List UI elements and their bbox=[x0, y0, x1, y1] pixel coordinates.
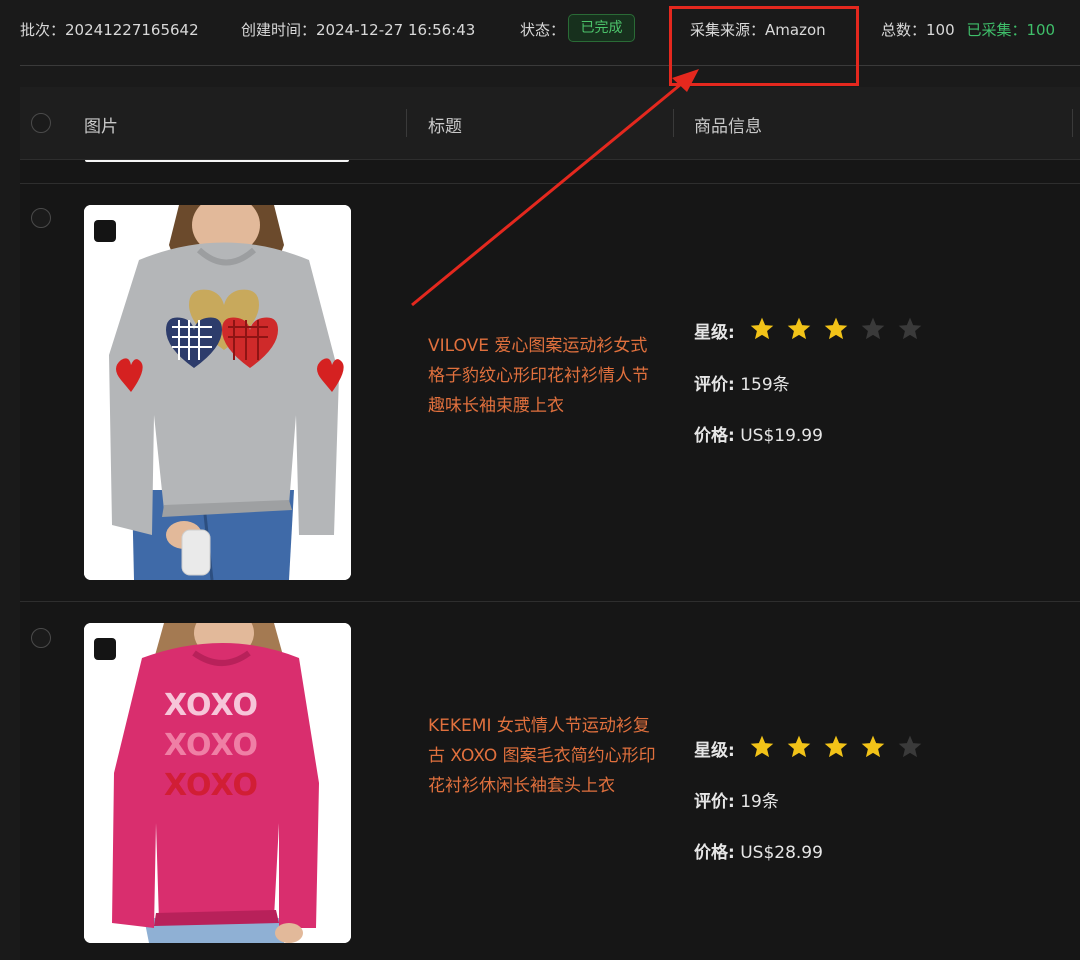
reviews-row: 评价: 159条 bbox=[694, 370, 790, 395]
price-value: US$28.99 bbox=[740, 843, 823, 863]
total-value: 100 bbox=[926, 21, 955, 39]
star-icon bbox=[750, 317, 774, 340]
image-select-checkbox[interactable] bbox=[94, 220, 116, 242]
image-xoxo-text: XOXO bbox=[164, 688, 258, 723]
column-separator bbox=[406, 109, 407, 137]
star-icon bbox=[750, 735, 774, 758]
price-label: 价格: bbox=[694, 843, 735, 863]
reviews-row: 评价: 19条 bbox=[694, 787, 779, 812]
product-table: 图片 标题 商品信息 VILOVE 爱心图案运动衫女式格子豹纹心形印花衬衫情人节… bbox=[20, 87, 1080, 960]
collected-label: 已采集： bbox=[966, 21, 1027, 39]
annotation-highlight-box bbox=[669, 6, 859, 86]
star-icon bbox=[787, 735, 811, 758]
table-row[interactable]: VILOVE 爱心图案运动衫女式格子豹纹心形印花衬衫情人节趣味长袖束腰上衣 星级… bbox=[20, 184, 1080, 601]
product-image-pink-sweatshirt: XOXO XOXO XOXO bbox=[84, 623, 351, 943]
column-separator bbox=[1072, 109, 1073, 137]
previous-row-image-edge bbox=[85, 160, 349, 162]
table-header: 图片 标题 商品信息 bbox=[20, 87, 1080, 159]
product-title-link[interactable]: VILOVE 爱心图案运动衫女式格子豹纹心形印花衬衫情人节趣味长袖束腰上衣 bbox=[428, 331, 660, 421]
total-label: 总数： bbox=[881, 21, 927, 39]
select-all-checkbox[interactable] bbox=[31, 113, 51, 133]
created-time-info: 创建时间：2024-12-27 16:56:43 bbox=[241, 19, 475, 40]
image-select-checkbox[interactable] bbox=[94, 638, 116, 660]
batch-label: 批次： bbox=[20, 21, 66, 39]
row-checkbox[interactable] bbox=[31, 628, 51, 648]
created-time-value: 2024-12-27 16:56:43 bbox=[316, 21, 476, 39]
column-header-title: 标题 bbox=[428, 117, 462, 137]
table-row[interactable]: XOXO XOXO XOXO KEKEMI 女式情人节运动衫复古 XOXO 图案… bbox=[20, 602, 1080, 960]
batch-value: 20241227165642 bbox=[65, 21, 199, 39]
star-icon bbox=[824, 317, 848, 340]
created-time-label: 创建时间： bbox=[241, 21, 317, 39]
reviews-label: 评价: bbox=[694, 792, 735, 812]
collected-value: 100 bbox=[1026, 21, 1056, 39]
batch-info-bar: 批次：20241227165642 创建时间：2024-12-27 16:56:… bbox=[0, 0, 1080, 62]
column-header-product-info: 商品信息 bbox=[694, 117, 762, 137]
product-image[interactable] bbox=[84, 205, 351, 580]
image-xoxo-text: XOXO bbox=[164, 728, 258, 763]
page: 批次：20241227165642 创建时间：2024-12-27 16:56:… bbox=[0, 0, 1080, 960]
price-label: 价格: bbox=[694, 426, 735, 446]
column-separator bbox=[673, 109, 674, 137]
column-header-image: 图片 bbox=[84, 117, 118, 137]
image-xoxo-text: XOXO bbox=[164, 768, 258, 803]
batch-info: 批次：20241227165642 bbox=[20, 19, 199, 40]
reviews-label: 评价: bbox=[694, 375, 735, 395]
star-icon bbox=[861, 735, 885, 758]
star-rating bbox=[749, 734, 923, 760]
star-icon bbox=[787, 317, 811, 340]
header-divider bbox=[20, 65, 1080, 66]
star-icon bbox=[898, 735, 922, 758]
price-row: 价格: US$28.99 bbox=[694, 838, 823, 863]
star-icon bbox=[861, 317, 885, 340]
star-rating bbox=[749, 316, 923, 342]
reviews-value: 19条 bbox=[740, 792, 779, 812]
rating-label: 星级: bbox=[694, 741, 735, 761]
status-label: 状态： bbox=[520, 21, 566, 39]
status-badge: 已完成 bbox=[568, 14, 635, 42]
price-value: US$19.99 bbox=[740, 426, 823, 446]
status-info: 状态： bbox=[520, 19, 565, 40]
product-image-grey-sweatshirt bbox=[84, 205, 351, 580]
product-title-link[interactable]: KEKEMI 女式情人节运动衫复古 XOXO 图案毛衣简约心形印花衬衫休闲长袖套… bbox=[428, 711, 660, 801]
rating-label: 星级: bbox=[694, 323, 735, 343]
star-icon bbox=[898, 317, 922, 340]
rating-row: 星级: bbox=[694, 318, 735, 343]
star-icon bbox=[824, 735, 848, 758]
rating-row: 星级: bbox=[694, 736, 735, 761]
product-image[interactable]: XOXO XOXO XOXO bbox=[84, 623, 351, 943]
price-row: 价格: US$19.99 bbox=[694, 421, 823, 446]
count-info: 总数：100 已采集：100 bbox=[881, 19, 1055, 40]
reviews-value: 159条 bbox=[740, 375, 790, 395]
row-checkbox[interactable] bbox=[31, 208, 51, 228]
